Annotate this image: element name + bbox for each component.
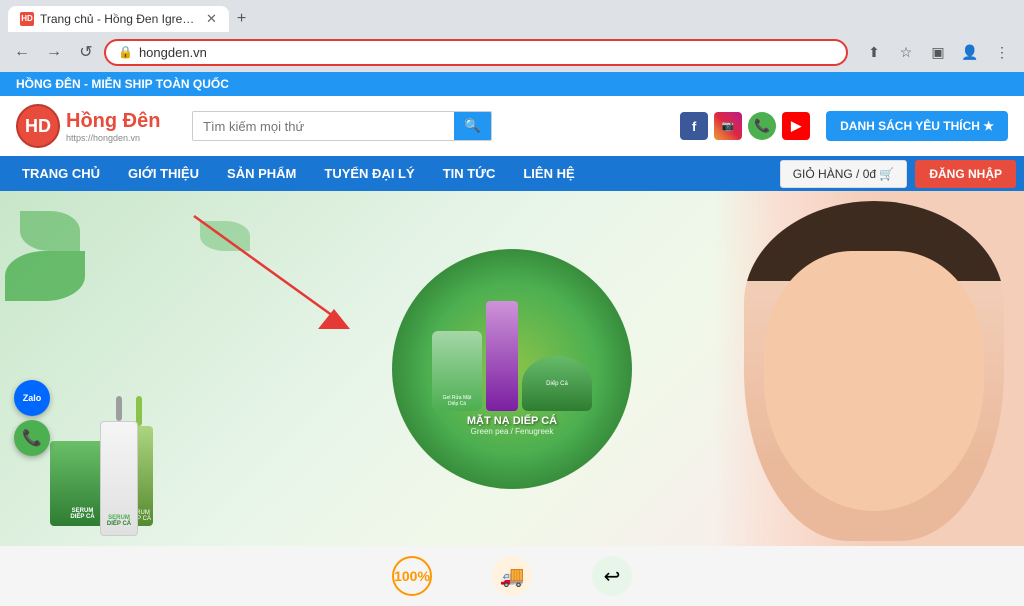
- phone-icon[interactable]: 📞: [748, 112, 776, 140]
- zalo-float-button[interactable]: Zalo: [14, 380, 50, 416]
- authentic-icon: 100%: [392, 556, 432, 596]
- new-tab-button[interactable]: +: [229, 6, 254, 32]
- return-icon: ↩: [592, 556, 632, 596]
- nav-item-products[interactable]: SẢN PHẨM: [213, 156, 310, 191]
- share-button[interactable]: ⬆: [860, 38, 888, 66]
- serum-bottle-front: SERUM DIẾP CÁ: [100, 396, 138, 536]
- search-input[interactable]: [193, 112, 454, 140]
- phone-float-icon: 📞: [22, 428, 42, 448]
- bookmark-button[interactable]: ☆: [892, 38, 920, 66]
- zalo-label: Zalo: [23, 393, 42, 403]
- nav-item-news[interactable]: TIN TỨC: [429, 156, 510, 191]
- hero-center-circle: Gel Rửa MặtDiếp Cá Diếp Cá MẶT NẠ DIẾP C…: [392, 249, 632, 489]
- hero-center-content: Gel Rửa MặtDiếp Cá Diếp Cá MẶT NẠ DIẾP C…: [432, 301, 592, 436]
- cart-button[interactable]: GIỎ HÀNG / 0đ 🛒: [780, 160, 908, 188]
- hero-model-bg: [714, 191, 1024, 546]
- browser-controls: ← → ↺ 🔒 hongden.vn ⬆ ☆ ▣ 👤 ⋮: [0, 32, 1024, 72]
- feature-shipping: 🚚: [492, 556, 532, 596]
- wishlist-button[interactable]: DANH SÁCH YÊU THÍCH ★: [826, 111, 1008, 141]
- active-tab[interactable]: HD Trang chủ - Hồng Đen Igreen Bi... ✕: [8, 6, 229, 32]
- nav-item-home[interactable]: TRANG CHỦ: [8, 156, 114, 191]
- nav-item-contact[interactable]: LIÊN HỆ: [509, 156, 588, 191]
- search-icon: 🔍: [464, 118, 481, 133]
- forward-button[interactable]: →: [40, 38, 68, 66]
- tab-title: Trang chủ - Hồng Đen Igreen Bi...: [40, 12, 200, 26]
- search-button[interactable]: 🔍: [454, 112, 491, 140]
- shipping-icon: 🚚: [492, 556, 532, 596]
- feature-return: ↩: [592, 556, 632, 596]
- logo-icon: HD: [16, 104, 60, 148]
- facebook-icon[interactable]: f: [680, 112, 708, 140]
- search-bar: 🔍: [192, 111, 492, 141]
- hero-model-face: [744, 201, 1004, 541]
- browser-action-buttons: ⬆ ☆ ▣ 👤 ⋮: [860, 38, 1016, 66]
- social-icons-group: f 📷 📞 ▶: [680, 112, 810, 140]
- browser-chrome: HD Trang chủ - Hồng Đen Igreen Bi... ✕ +…: [0, 0, 1024, 72]
- site-header: HD Hồng Đên https://hongden.vn 🔍 f 📷 📞 ▶…: [0, 96, 1024, 156]
- profile-button[interactable]: 👤: [956, 38, 984, 66]
- website-content: HỒNG ĐÊN - MIỄN SHIP TOÀN QUỐC HD Hồng Đ…: [0, 72, 1024, 606]
- bottom-features-section: 100% 🚚 ↩: [0, 546, 1024, 606]
- logo-name: Hồng Đên: [66, 110, 160, 133]
- nav-right-actions: GIỎ HÀNG / 0đ 🛒 ĐĂNG NHẬP: [780, 160, 1016, 188]
- tab-close-button[interactable]: ✕: [206, 11, 217, 27]
- nav-item-about[interactable]: GIỚI THIỆU: [114, 156, 213, 191]
- reload-button[interactable]: ↺: [72, 38, 100, 66]
- hero-banner: SERUMDIẾP CÁ SERUMDIẾP CÁ Gel Rửa MặtDiế…: [0, 191, 1024, 546]
- youtube-icon[interactable]: ▶: [782, 112, 810, 140]
- leaf-decoration-1: [20, 211, 80, 251]
- feature-authentic: 100%: [392, 556, 432, 596]
- more-button[interactable]: ⋮: [988, 38, 1016, 66]
- back-button[interactable]: ←: [8, 38, 36, 66]
- logo-text-group: Hồng Đên https://hongden.vn: [66, 110, 160, 143]
- leaf-decoration-3: [200, 221, 250, 251]
- hero-product-title: MẶT NẠ DIẾP CÁ: [432, 415, 592, 427]
- extensions-button[interactable]: ▣: [924, 38, 952, 66]
- hero-product-sub: Green pea / Fenugreek: [432, 427, 592, 436]
- instagram-icon[interactable]: 📷: [714, 112, 742, 140]
- nav-item-agency[interactable]: TUYỂN ĐẠI LÝ: [310, 156, 428, 191]
- announcement-bar: HỒNG ĐÊN - MIỄN SHIP TOÀN QUỐC: [0, 72, 1024, 96]
- navigation-bar: TRANG CHỦ GIỚI THIỆU SẢN PHẨM TUYỂN ĐẠI …: [0, 156, 1024, 191]
- tab-favicon: HD: [20, 12, 34, 26]
- announcement-text: HỒNG ĐÊN - MIỄN SHIP TOÀN QUỐC: [16, 77, 229, 91]
- tab-bar: HD Trang chủ - Hồng Đen Igreen Bi... ✕ +: [0, 0, 1024, 32]
- url-bar[interactable]: 🔒 hongden.vn: [104, 39, 848, 66]
- phone-float-button[interactable]: 📞: [14, 420, 50, 456]
- site-logo[interactable]: HD Hồng Đên https://hongden.vn: [16, 104, 176, 148]
- logo-sub: https://hongden.vn: [66, 133, 160, 143]
- leaf-decoration-2: [5, 251, 85, 301]
- login-button[interactable]: ĐĂNG NHẬP: [915, 160, 1016, 188]
- url-text: hongden.vn: [139, 45, 207, 60]
- lock-icon: 🔒: [118, 45, 133, 59]
